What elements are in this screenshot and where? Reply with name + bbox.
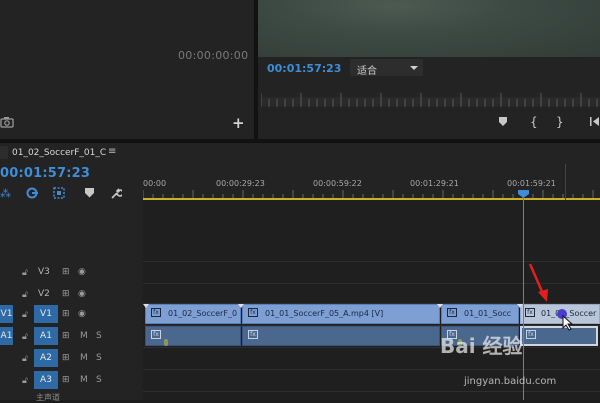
ruler-tick-label: 00:00: [143, 179, 167, 188]
mute-button[interactable]: M: [80, 353, 88, 363]
track-name-a1[interactable]: A1: [34, 327, 58, 345]
playhead-line: [523, 198, 524, 400]
go-to-in-icon[interactable]: [590, 116, 600, 127]
solo-button[interactable]: S: [96, 353, 102, 363]
track-divider: [143, 347, 600, 348]
sync-lock-icon[interactable]: ⊞: [62, 375, 70, 385]
video-clip[interactable]: fx 01_01_SoccerF_05_A.mp4 [V]: [242, 304, 440, 324]
track-name-a3[interactable]: A3: [34, 371, 58, 389]
fx-badge-icon: fx: [525, 308, 535, 317]
film-icon[interactable]: ⊞: [62, 289, 70, 299]
track-divider: [143, 369, 600, 370]
audio-clip[interactable]: fx: [145, 326, 241, 346]
film-icon[interactable]: ⊞: [62, 267, 70, 277]
track-name-v1[interactable]: V1: [34, 305, 58, 323]
audio-clip[interactable]: fx: [242, 326, 440, 346]
video-clip[interactable]: fx 01_02_SoccerF_0: [145, 304, 241, 324]
ruler-tick-label: 00:00:59:22: [313, 179, 362, 188]
panel-menu-icon[interactable]: ≡: [108, 146, 116, 157]
eye-icon[interactable]: ◉: [78, 267, 86, 277]
lock-icon[interactable]: 🔓︎: [22, 290, 28, 300]
solo-button[interactable]: S: [96, 375, 102, 385]
zoom-fit-label: 适合: [357, 66, 377, 77]
clip-edge-marker: [143, 304, 149, 308]
fx-badge-icon: fx: [248, 308, 258, 317]
fx-badge-icon: fx: [248, 330, 258, 339]
track-divider: [143, 391, 600, 392]
clip-edge-marker: [238, 304, 244, 308]
wrench-icon[interactable]: [110, 187, 122, 199]
ruler-ticks: [143, 190, 594, 198]
track-name-v3[interactable]: V3: [38, 267, 50, 277]
fx-badge-icon: fx: [151, 308, 161, 317]
program-video-frame: [258, 0, 600, 57]
camera-icon[interactable]: [0, 116, 14, 128]
mark-in-icon[interactable]: {: [530, 116, 538, 128]
lock-icon[interactable]: 🔓︎: [22, 268, 28, 278]
timeline-divider: [565, 164, 566, 200]
snap-icon[interactable]: ⁂: [0, 188, 11, 199]
clip-label: 01_02_SoccerF_0: [168, 309, 238, 318]
film-icon[interactable]: ⊞: [62, 309, 70, 319]
program-timecode[interactable]: 00:01:57:23: [267, 62, 341, 75]
fx-badge-icon: fx: [526, 330, 536, 339]
track-name-a2[interactable]: A2: [34, 349, 58, 367]
lock-icon[interactable]: 🔓︎: [22, 354, 28, 364]
linked-selection-icon[interactable]: [26, 187, 38, 199]
close-tab-icon[interactable]: [0, 146, 8, 159]
chevron-down-icon: [410, 66, 418, 70]
video-clip[interactable]: fx 01_01_Socc: [441, 304, 519, 324]
mute-button[interactable]: M: [80, 375, 88, 385]
source-patch-v1[interactable]: V1: [0, 305, 13, 323]
add-marker-icon[interactable]: [85, 188, 94, 198]
timeline-timecode[interactable]: 00:01:57:23: [0, 166, 90, 181]
lock-icon[interactable]: 🔓︎: [22, 376, 28, 386]
track-headers: [0, 200, 143, 400]
audio-clip-selected[interactable]: fx: [520, 326, 598, 346]
lock-icon[interactable]: 🔓︎: [22, 310, 28, 320]
sequence-tab[interactable]: 01_02_SoccerF_01_C: [12, 148, 106, 158]
add-marker-icon[interactable]: [498, 116, 508, 127]
nest-icon[interactable]: [53, 187, 65, 199]
eye-icon[interactable]: ◉: [78, 309, 86, 319]
ruler-tick-label: 00:01:59:21: [507, 179, 556, 188]
ruler-tick-label: 00:00:29:23: [216, 179, 265, 188]
clip-label: 01_01_Socc: [464, 309, 512, 318]
mark-out-icon[interactable]: }: [556, 116, 564, 128]
source-patch-a1[interactable]: A1: [0, 327, 13, 345]
mouse-cursor-icon: [562, 315, 574, 331]
clip-edge-marker: [437, 304, 443, 308]
annotation-arrow-icon: [528, 263, 548, 302]
source-timecode[interactable]: 00:00:00:00: [178, 49, 248, 62]
master-track-label: 主声道: [36, 393, 60, 402]
add-button-icon[interactable]: +: [232, 116, 245, 131]
mute-button[interactable]: M: [80, 331, 88, 341]
track-name-v2[interactable]: V2: [38, 289, 50, 299]
sync-lock-icon[interactable]: ⊞: [62, 353, 70, 363]
lock-icon[interactable]: 🔓︎: [22, 332, 28, 342]
solo-button[interactable]: S: [96, 331, 102, 341]
fx-badge-icon: fx: [447, 308, 457, 317]
ruler-tick-label: 00:01:29:21: [410, 179, 459, 188]
watermark-logo: Bai 经验: [440, 334, 523, 358]
keyframe-marker: [164, 339, 168, 346]
source-monitor-panel: [0, 0, 254, 139]
sync-lock-icon[interactable]: ⊞: [62, 331, 70, 341]
watermark-url: jingyan.baidu.com: [464, 376, 557, 387]
fx-badge-icon: fx: [151, 330, 161, 339]
program-ruler-ticks: [261, 93, 598, 107]
clip-label: 01_01_SoccerF_05_A.mp4 [V]: [265, 309, 384, 318]
eye-icon[interactable]: ◉: [78, 289, 86, 299]
